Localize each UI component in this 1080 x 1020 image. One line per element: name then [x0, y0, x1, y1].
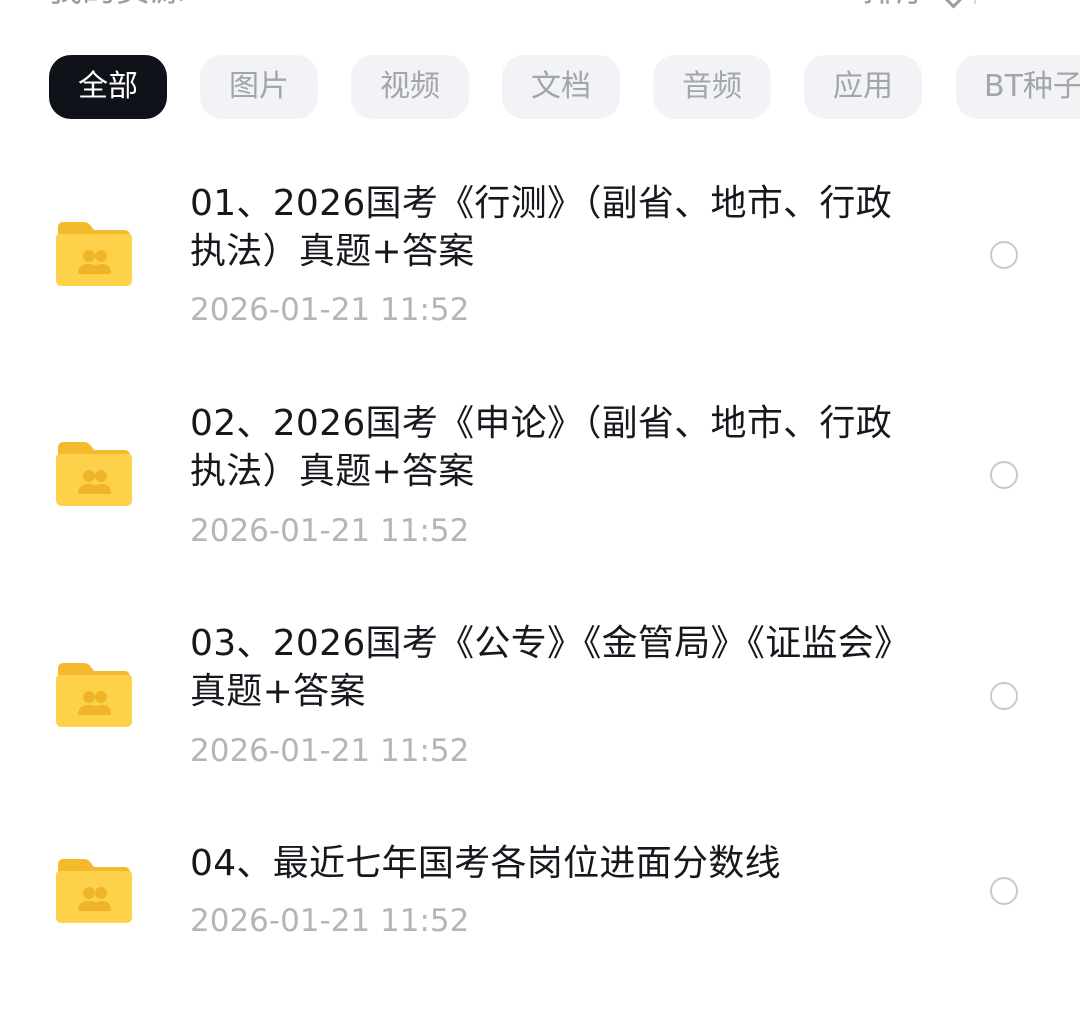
select-checkbox[interactable]: [990, 877, 1018, 905]
file-name-line: 02、2026国考《申论》（副省、地市、行政: [190, 403, 893, 444]
file-name-line: 01、2026国考《行测》（副省、地市、行政: [190, 183, 893, 224]
file-name-line: 03、2026国考《公专》《金管局》《证监会》: [190, 623, 911, 664]
file-name-line: 执法）真题+答案: [190, 231, 475, 272]
file-name: 03、2026国考《公专》《金管局》《证监会》 真题+答案: [190, 620, 940, 716]
select-checkbox[interactable]: [990, 241, 1018, 269]
select-checkbox[interactable]: [990, 461, 1018, 489]
shared-folder-icon: [56, 222, 132, 286]
file-name-line: 真题+答案: [190, 671, 366, 712]
file-list: 01、2026国考《行测》（副省、地市、行政 执法）真题+答案 2026-01-…: [0, 0, 1080, 1020]
file-date: 2026-01-21 11:52: [190, 292, 470, 328]
file-name: 01、2026国考《行测》（副省、地市、行政 执法）真题+答案: [190, 180, 940, 276]
file-date: 2026-01-21 11:52: [190, 733, 470, 769]
select-checkbox[interactable]: [990, 682, 1018, 710]
file-name-line: 执法）真题+答案: [190, 451, 475, 492]
file-name: 02、2026国考《申论》（副省、地市、行政 执法）真题+答案: [190, 400, 940, 496]
shared-folder-icon: [56, 442, 132, 506]
file-name-line: 04、最近七年国考各岗位进面分数线: [190, 843, 781, 884]
file-date: 2026-01-21 11:52: [190, 903, 470, 939]
file-date: 2026-01-21 11:52: [190, 513, 470, 549]
file-name: 04、最近七年国考各岗位进面分数线: [190, 840, 940, 888]
shared-folder-icon: [56, 859, 132, 923]
shared-folder-icon: [56, 663, 132, 727]
